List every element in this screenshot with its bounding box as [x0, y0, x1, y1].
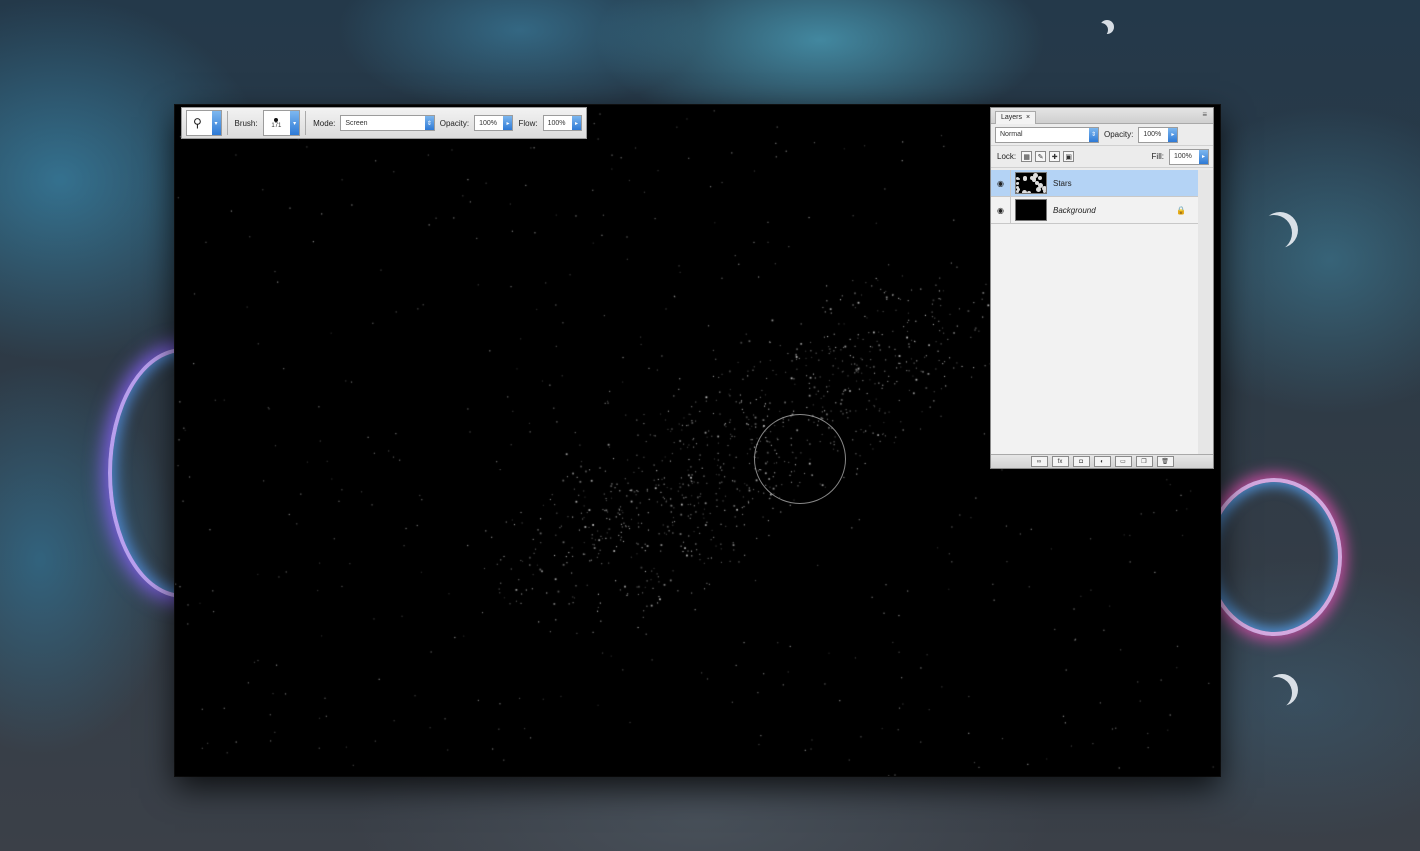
chevron-updown-icon: ⇕	[1089, 127, 1098, 142]
layer-row-stars[interactable]: ◉ Stars	[991, 170, 1198, 197]
chevron-down-icon: ▸	[1168, 127, 1178, 142]
thumbnail-speck	[1038, 176, 1042, 180]
thumbnail-speck	[1033, 173, 1038, 178]
lock-transparency-icon[interactable]: ▦	[1021, 151, 1033, 162]
lock-position-icon[interactable]: ✚	[1049, 151, 1061, 162]
fill-label: Fill:	[1151, 152, 1164, 161]
flow-field[interactable]: 100% ▸	[542, 115, 582, 131]
brush-size: 171	[271, 122, 282, 129]
layer-opacity-value: 100%	[1143, 131, 1162, 138]
flow-value: 100%	[547, 119, 566, 127]
moon-icon	[1100, 20, 1114, 34]
brush-label: Brush:	[234, 118, 258, 128]
layer-row-background[interactable]: ◉ Background 🔒	[991, 197, 1198, 224]
mode-select[interactable]: Screen ⇕	[340, 115, 435, 131]
moon-icon	[1262, 212, 1298, 248]
thumbnail-speck	[1033, 180, 1035, 182]
flow-label: Flow:	[518, 118, 538, 128]
separator	[305, 111, 307, 135]
layers-panel: Layers × ≡ Normal ⇕ Opacity: 100% ▸ Lock…	[990, 107, 1214, 469]
thumbnail-speck	[1023, 177, 1027, 181]
blend-mode-value: Normal	[1000, 131, 1023, 138]
lock-pixels-icon[interactable]: ✎	[1035, 151, 1047, 162]
fill-value: 100%	[1174, 153, 1192, 160]
opacity-field[interactable]: 100% ▸	[474, 115, 514, 131]
panel-footer: ∞ fx ◘ ◐ ▭ ❐ 🗑	[991, 454, 1213, 468]
mode-label: Mode:	[313, 118, 336, 128]
editor-window: ⚲ ▾ Brush: 171 ▾ Mode: Screen ⇕ Opacity:…	[175, 105, 1220, 776]
panel-menu-icon[interactable]: ≡	[1202, 110, 1207, 119]
moon-icon	[1266, 674, 1298, 706]
layer-name: Background	[1053, 205, 1096, 215]
brush-picker[interactable]: 171 ▾	[262, 110, 301, 136]
layer-opacity-field[interactable]: 100% ▸	[1138, 126, 1179, 143]
stamp-icon: ⚲	[193, 116, 202, 130]
chevron-down-icon: ▾	[211, 111, 221, 135]
lock-all-icon[interactable]: ▣	[1063, 151, 1075, 162]
tab-layers[interactable]: Layers ×	[995, 111, 1037, 124]
opacity-value: 100%	[479, 119, 497, 127]
tool-options-bar: ⚲ ▾ Brush: 171 ▾ Mode: Screen ⇕ Opacity:…	[181, 107, 587, 139]
opacity-label: Opacity:	[439, 118, 470, 128]
thumbnail-speck	[1036, 187, 1041, 192]
mask-icon[interactable]: ◘	[1072, 456, 1090, 467]
thumbnail-speck	[1027, 191, 1031, 193]
blend-mode-select[interactable]: Normal ⇕	[995, 126, 1099, 143]
thumbnail-speck	[1016, 190, 1019, 193]
lock-row: Lock: ▦ ✎ ✚ ▣ Fill: 100% ▸	[991, 146, 1213, 168]
panel-scrollbar[interactable]	[1198, 170, 1213, 456]
chevron-down-icon: ▸	[1199, 149, 1208, 164]
blend-row: Normal ⇕ Opacity: 100% ▸	[991, 124, 1213, 146]
thumbnail-speck	[1017, 182, 1019, 184]
folder-icon[interactable]: ▭	[1114, 456, 1132, 467]
chevron-updown-icon: ⇕	[424, 116, 434, 130]
link-icon[interactable]: ∞	[1030, 456, 1048, 467]
eye-icon[interactable]: ◉	[991, 197, 1011, 223]
chevron-down-icon: ▸	[572, 116, 581, 130]
layer-opacity-label: Opacity:	[1104, 130, 1134, 139]
eye-icon[interactable]: ◉	[991, 170, 1011, 196]
chevron-down-icon: ▸	[503, 116, 513, 130]
separator	[226, 111, 228, 135]
fx-icon[interactable]: fx	[1051, 456, 1069, 467]
lock-label: Lock:	[997, 152, 1017, 161]
tab-label: Layers	[1001, 114, 1023, 121]
panel-titlebar: Layers × ≡	[991, 108, 1213, 124]
tool-preset-picker[interactable]: ⚲ ▾	[186, 110, 222, 136]
thumbnail-speck	[1016, 186, 1019, 189]
new-layer-icon[interactable]: ❐	[1135, 456, 1153, 467]
close-icon[interactable]: ×	[1026, 112, 1030, 124]
layer-thumbnail	[1015, 199, 1047, 221]
layer-thumbnail	[1015, 172, 1047, 194]
fill-field[interactable]: 100% ▸	[1169, 148, 1209, 165]
brush-tip-icon	[274, 117, 279, 122]
glow-ring-right	[1206, 478, 1342, 636]
lock-icon: 🔒	[1176, 205, 1186, 215]
trash-icon[interactable]: 🗑	[1156, 456, 1174, 467]
layer-name: Stars	[1053, 178, 1072, 188]
adjustment-icon[interactable]: ◐	[1093, 456, 1111, 467]
mode-value: Screen	[345, 119, 368, 127]
thumbnail-speck	[1042, 186, 1046, 191]
chevron-down-icon: ▾	[290, 111, 300, 135]
layer-list: ◉ Stars ◉ Background 🔒	[991, 170, 1199, 456]
brush-cursor	[754, 414, 846, 504]
thumbnail-speck	[1016, 177, 1019, 180]
